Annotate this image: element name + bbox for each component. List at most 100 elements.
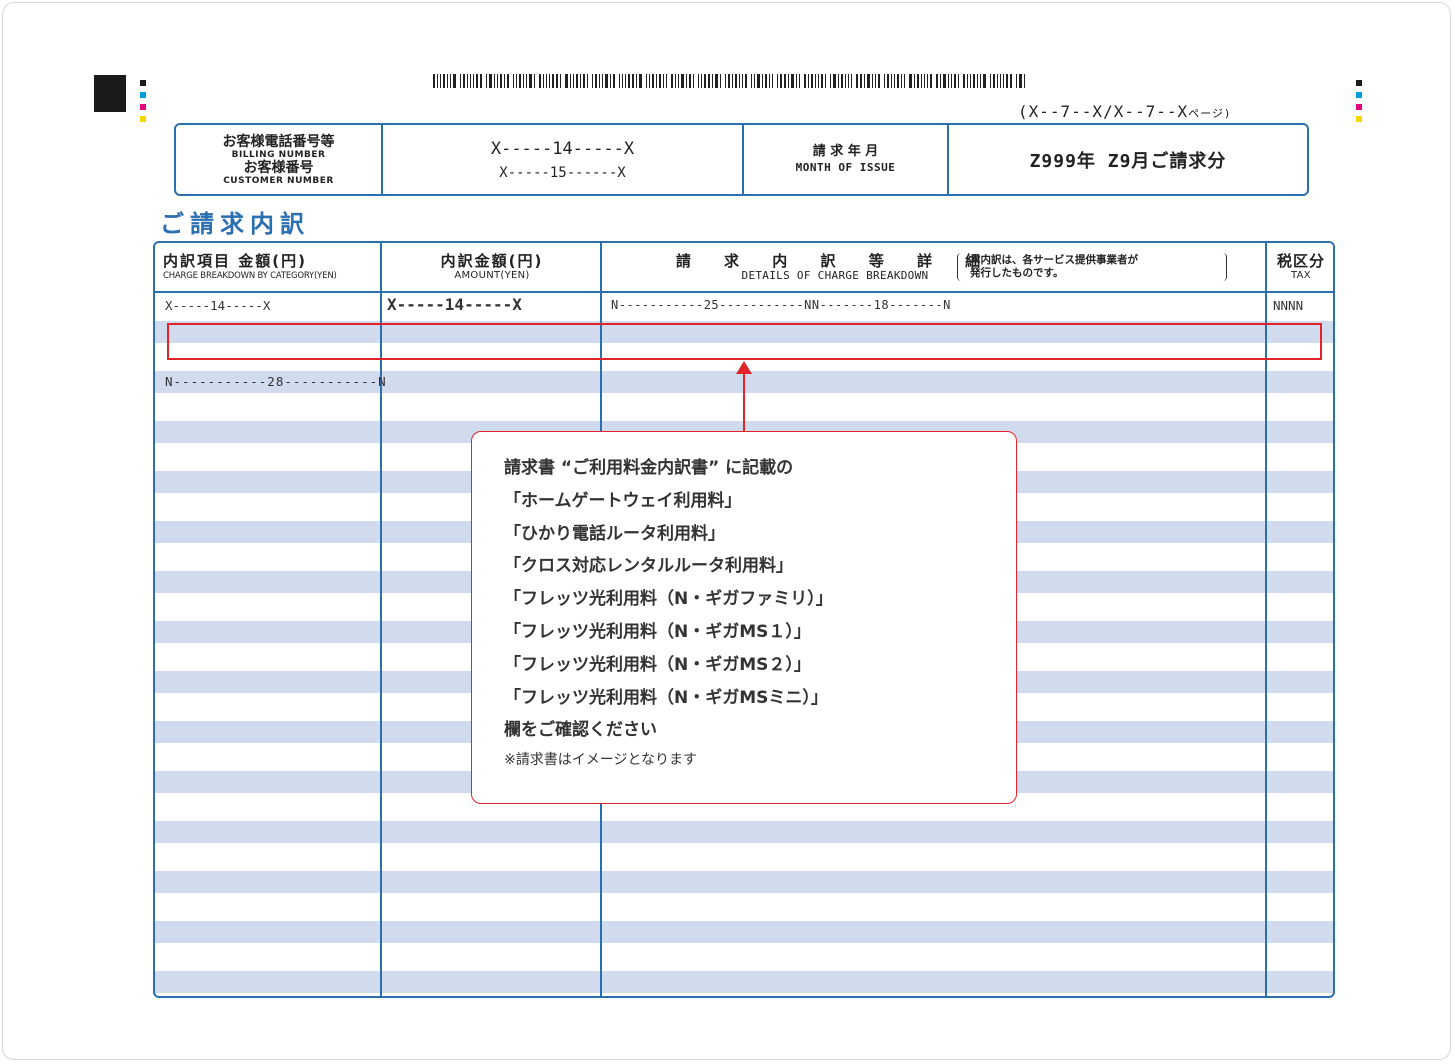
callout-line: 「フレッツ光利用料（N・ギガMSミニ）」 — [504, 687, 828, 708]
barcode-bar — [796, 74, 797, 88]
registration-mark — [94, 75, 126, 112]
barcode-bar — [693, 74, 694, 88]
barcode-bar — [1024, 74, 1025, 88]
barcode-bar — [1000, 74, 1001, 88]
barcode-bar — [745, 74, 747, 88]
col2-jp: 内訳金額(円) — [440, 252, 544, 270]
color-registration-dots-right — [1356, 80, 1362, 128]
barcode-bar — [689, 74, 691, 88]
barcode-bar — [927, 74, 928, 88]
barcode-bar — [476, 74, 478, 88]
month-label-en: MONTH OF ISSUE — [795, 160, 896, 174]
barcode-bar — [534, 74, 535, 88]
barcode-bar — [592, 74, 593, 88]
barcode-bar — [1003, 74, 1004, 88]
barcode-bar — [811, 74, 813, 88]
customer-label-en: CUSTOMER NUMBER — [223, 175, 334, 186]
barcode-bar — [500, 74, 502, 88]
barcode-bar — [851, 74, 852, 88]
barcode-bar — [864, 74, 865, 88]
table-stripe — [155, 821, 1333, 843]
barcode-bar — [983, 74, 986, 88]
barcode-bar — [921, 74, 922, 88]
col-header-note: 本内訳は、各サービス提供事業者が 発行したものです。 — [957, 253, 1227, 281]
barcode-bar — [762, 74, 763, 88]
billing-label-cell: お客様電話番号等 BILLING NUMBER お客様番号 CUSTOMER N… — [176, 125, 383, 194]
barcode-bar — [619, 74, 620, 88]
barcode-bar — [659, 74, 661, 88]
barcode-bar — [470, 74, 471, 88]
barcode-bar — [884, 74, 885, 88]
col-header-tax: 税区分 TAX — [1268, 243, 1333, 291]
barcode-bar — [599, 74, 600, 88]
barcode-bar — [856, 74, 858, 88]
barcode-bar — [833, 74, 836, 88]
barcode-bar — [799, 74, 800, 88]
barcode-bar — [848, 74, 849, 88]
barcode-bar — [924, 74, 925, 88]
barcode-bar — [780, 74, 782, 88]
barcode-bar — [516, 74, 517, 88]
barcode-bar — [701, 74, 702, 88]
barcode-bar — [587, 74, 588, 88]
page-indicator-suffix: ページ) — [1188, 107, 1232, 120]
row1-category: X-----14-----X — [165, 298, 271, 313]
barcode-bar — [473, 74, 474, 88]
table-header: 内訳項目 金額(円) CHARGE BREAKDOWN BY CATEGORY(… — [155, 243, 1333, 293]
barcode-bar — [704, 74, 706, 88]
barcode-bar — [583, 74, 585, 88]
barcode-bar — [909, 74, 912, 88]
barcode-bar — [742, 74, 743, 88]
customer-label-jp: お客様番号 — [243, 159, 314, 176]
color-registration-dots-left — [140, 80, 146, 128]
barcode-bar — [1010, 74, 1012, 88]
col4-en: TAX — [1291, 270, 1311, 281]
barcode-bar — [791, 74, 794, 88]
barcode-bar — [529, 74, 532, 88]
barcode-bar — [860, 74, 862, 88]
barcode-bar — [765, 74, 767, 88]
barcode-bar — [636, 74, 637, 88]
page-indicator-text: (X--7--X/X--7--X — [1018, 102, 1189, 121]
barcode-bar — [728, 74, 730, 88]
barcode-bar — [628, 74, 630, 88]
barcode-bar — [632, 74, 634, 88]
barcode-bar — [443, 74, 445, 88]
barcode-bar — [735, 74, 737, 88]
barcode-bar — [936, 74, 938, 88]
col3-en: DETAILS OF CHARGE BREAKDOWN — [741, 269, 929, 282]
col-header-category: 内訳項目 金額(円) CHARGE BREAKDOWN BY CATEGORY(… — [163, 243, 381, 291]
barcode-bar — [872, 74, 873, 88]
barcode-bar — [549, 74, 550, 88]
month-label-jp: 請 求 年 月 — [812, 143, 879, 159]
billing-label-jp: お客様電話番号等 — [222, 133, 335, 150]
barcode-bar — [772, 74, 773, 88]
barcode-bar — [602, 74, 603, 88]
callout-line: 「クロス対応レンタルルータ利用料」 — [504, 556, 793, 577]
barcode-bar — [513, 74, 514, 88]
section-title: ご請求内訳 — [160, 210, 310, 238]
barcode-bar — [507, 74, 509, 88]
table-stripe — [155, 871, 1333, 893]
month-label-cell: 請 求 年 月 MONTH OF ISSUE — [744, 125, 949, 194]
barcode-bar — [754, 74, 755, 88]
barcode-bar — [769, 74, 770, 88]
col1-jp: 内訳項目 金額(円) — [163, 252, 307, 270]
barcode-bar — [663, 74, 664, 88]
barcode-bar — [940, 74, 941, 88]
barcode-bar — [671, 74, 673, 88]
row2-category: N-----------28-----------N — [165, 374, 387, 389]
col3-note-1: 本内訳は、各サービス提供事業者が — [970, 254, 1138, 266]
barcode-bar — [788, 74, 789, 88]
barcode-bar — [613, 74, 615, 88]
barcode-bar — [917, 74, 919, 88]
col3-note-2: 発行したものです。 — [970, 267, 1064, 279]
col2-en: AMOUNT(YEN) — [454, 270, 530, 281]
barcode-bar — [497, 74, 498, 88]
barcode-bar — [622, 74, 623, 88]
billing-number: X-----14-----X — [490, 138, 635, 159]
barcode-bar — [570, 74, 571, 88]
barcode-bar — [678, 74, 679, 88]
barcode-bar — [656, 74, 657, 88]
callout-line: 「ホームゲートウェイ利用料」 — [504, 490, 742, 511]
